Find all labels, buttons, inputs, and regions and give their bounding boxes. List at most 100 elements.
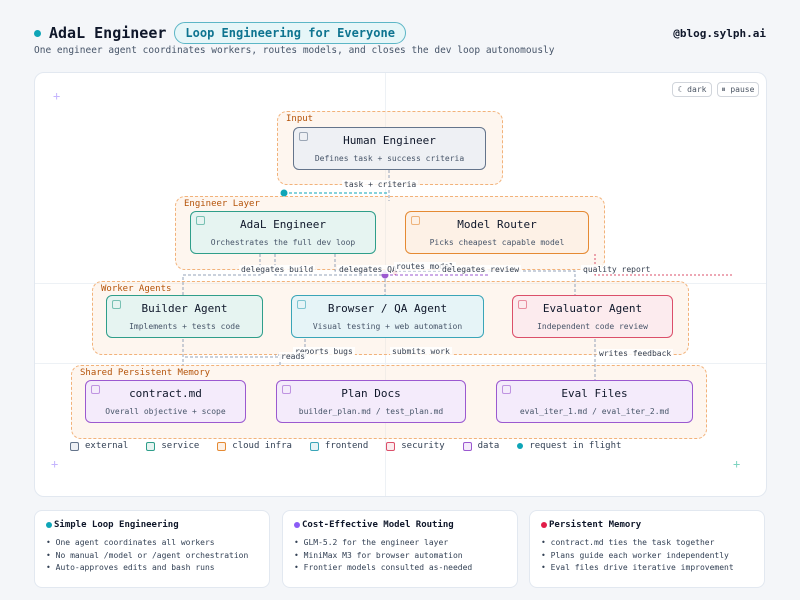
node-subtitle: Picks cheapest capable model — [429, 238, 565, 247]
legend-label: cloud infra — [232, 441, 292, 451]
flight-dot-icon — [517, 443, 524, 449]
list-item: Plans guide each worker independently — [541, 550, 753, 563]
diagram-canvas: + + + ☾ dark ⏸ pause Input Engineer Laye… — [34, 72, 767, 497]
edge-label-submits-work: submits work — [390, 347, 452, 356]
legend-swatch-icon — [70, 441, 79, 451]
node-human-engineer[interactable]: Human Engineer Defines task + success cr… — [293, 127, 486, 170]
legend-label: service — [161, 441, 200, 451]
legend-swatch-icon — [386, 441, 396, 451]
list-item: Auto-approves edits and bash runs — [46, 562, 258, 575]
person-icon — [299, 132, 308, 141]
list-item: One agent coordinates all workers — [46, 537, 258, 550]
edge-reads — [182, 339, 281, 365]
edge-label-writes-feedback: writes feedback — [597, 349, 674, 358]
edge-delegates-build — [182, 254, 261, 297]
card-title: Persistent Memory — [541, 520, 753, 530]
card-list: One agent coordinates all workers No man… — [46, 537, 258, 575]
node-title: Plan Docs — [341, 387, 401, 400]
monitor-icon — [297, 300, 306, 309]
card-list: GLM-5.2 for the engineer layer MiniMax M… — [294, 537, 506, 575]
card-list: contract.md ties the task together Plans… — [541, 537, 753, 575]
legend-item-security: security — [386, 441, 445, 451]
card-title-text: Cost-Effective Model Routing — [302, 520, 454, 530]
brand-dot-icon — [34, 29, 41, 37]
node-eval-files[interactable]: Eval Files eval_iter_1.md / eval_iter_2.… — [496, 380, 693, 423]
node-browser-qa-agent[interactable]: Browser / QA Agent Visual testing + web … — [291, 295, 484, 338]
legend-label: external — [85, 441, 129, 451]
edge-label-quality-report: quality report — [581, 265, 653, 274]
legend-item-external: external — [70, 441, 128, 451]
node-subtitle: Overall objective + scope — [105, 407, 226, 416]
node-builder-agent[interactable]: Builder Agent Implements + tests code — [106, 295, 263, 338]
legend-swatch-icon — [146, 441, 156, 451]
node-title: contract.md — [129, 387, 202, 400]
bullet-dot-icon — [46, 522, 52, 528]
legend-item-request-in-flight: request in flight — [517, 441, 621, 451]
service-icon — [112, 300, 121, 309]
node-title: Eval Files — [561, 387, 628, 400]
page-title: AdaL Engineer — [49, 24, 167, 42]
shield-icon — [518, 300, 527, 309]
bullet-dot-icon — [294, 522, 300, 528]
file-icon — [502, 385, 511, 394]
legend-item-data: data — [462, 441, 500, 451]
edge-label-delegates-build: delegates build — [239, 265, 316, 274]
header: AdaL Engineer Loop Engineering for Every… — [34, 20, 406, 46]
card-simple-loop: Simple Loop Engineering One agent coordi… — [34, 510, 270, 588]
legend-swatch-icon — [217, 441, 227, 451]
edge-label-delegates-qa: delegates QA — [337, 265, 399, 274]
legend: external service cloud infra frontend se… — [70, 441, 633, 451]
node-subtitle: Implements + tests code — [129, 322, 240, 331]
card-model-routing: Cost-Effective Model Routing GLM-5.2 for… — [282, 510, 518, 588]
node-evaluator-agent[interactable]: Evaluator Agent Independent code review — [512, 295, 673, 338]
node-subtitle: Independent code review — [537, 322, 648, 331]
flight-dot-task — [280, 189, 288, 197]
node-model-router[interactable]: Model Router Picks cheapest capable mode… — [405, 211, 589, 254]
node-adal-engineer[interactable]: AdaL Engineer Orchestrates the full dev … — [190, 211, 376, 254]
node-subtitle: Defines task + success criteria — [314, 154, 465, 163]
card-title-text: Persistent Memory — [549, 520, 642, 530]
list-item: Eval files drive iterative improvement — [541, 562, 753, 575]
service-icon — [196, 216, 205, 225]
edge-label-reads: reads — [279, 352, 308, 361]
legend-label: data — [477, 441, 500, 451]
legend-item-service: service — [146, 441, 199, 451]
legend-swatch-icon — [462, 441, 472, 451]
legend-label: frontend — [324, 441, 369, 451]
node-title: Model Router — [457, 218, 537, 231]
node-subtitle: Visual testing + web automation — [312, 322, 463, 331]
card-persistent-memory: Persistent Memory contract.md ties the t… — [529, 510, 765, 588]
node-plan-docs[interactable]: Plan Docs builder_plan.md / test_plan.md — [276, 380, 466, 423]
edge-delegates-qa — [274, 254, 386, 297]
legend-item-cloud-infra: cloud infra — [217, 441, 292, 451]
card-title: Simple Loop Engineering — [46, 520, 258, 530]
tagline-pill: Loop Engineering for Everyone — [174, 22, 406, 44]
edge-label-delegates-review: delegates review — [440, 265, 522, 274]
author-handle[interactable]: @blog.sylph.ai — [673, 27, 766, 40]
node-title: Browser / QA Agent — [327, 302, 448, 315]
node-subtitle: eval_iter_1.md / eval_iter_2.md — [519, 407, 670, 416]
node-title: Evaluator Agent — [542, 302, 643, 315]
list-item: contract.md ties the task together — [541, 537, 753, 550]
legend-label: security — [401, 441, 445, 451]
bullet-dot-icon — [541, 522, 547, 528]
edge-label-task: task + criteria — [342, 180, 419, 189]
node-title: AdaL Engineer — [239, 218, 327, 231]
card-title: Cost-Effective Model Routing — [294, 520, 506, 530]
legend-swatch-icon — [309, 441, 319, 451]
legend-item-frontend: frontend — [309, 441, 369, 451]
list-item: Frontier models consulted as-needed — [294, 562, 506, 575]
list-item: MiniMax M3 for browser automation — [294, 550, 506, 563]
legend-label: request in flight — [529, 441, 622, 451]
page-subtitle: One engineer agent coordinates workers, … — [34, 45, 555, 56]
node-subtitle: Orchestrates the full dev loop — [210, 238, 356, 247]
card-title-text: Simple Loop Engineering — [54, 520, 179, 530]
file-icon — [282, 385, 291, 394]
node-contract-md[interactable]: contract.md Overall objective + scope — [85, 380, 246, 423]
list-item: GLM-5.2 for the engineer layer — [294, 537, 506, 550]
node-title: Human Engineer — [343, 134, 436, 147]
list-item: No manual /model or /agent orchestration — [46, 550, 258, 563]
node-title: Builder Agent — [141, 302, 228, 315]
file-icon — [91, 385, 100, 394]
cloud-icon — [411, 216, 420, 225]
